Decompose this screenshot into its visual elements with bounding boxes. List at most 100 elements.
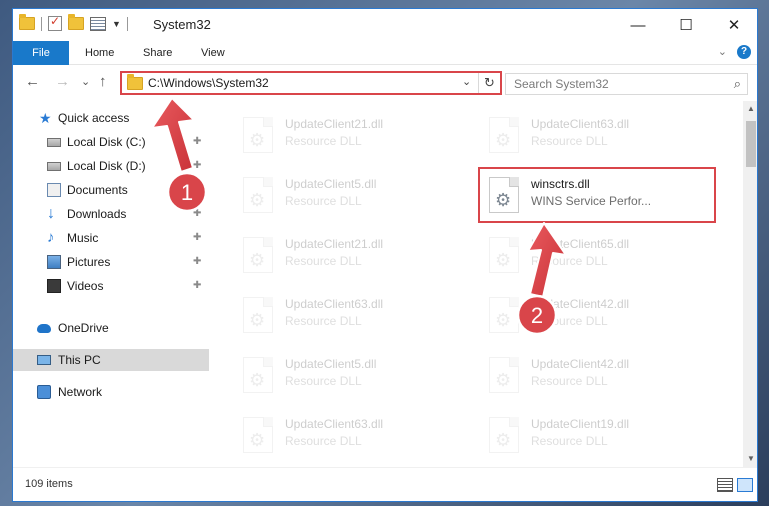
new-folder-icon[interactable] bbox=[68, 14, 84, 30]
vertical-scrollbar[interactable]: ▲ ▼ bbox=[743, 101, 757, 467]
file-type: Resource DLL bbox=[285, 134, 362, 148]
file-name: UpdateClient21.dll bbox=[285, 117, 384, 131]
toolbar-separator bbox=[126, 16, 128, 31]
status-bar: 109 items bbox=[13, 467, 757, 501]
scrollbar-thumb[interactable] bbox=[746, 121, 756, 167]
file-list: ⚙ UpdateClient21.dll Resource DLL ⚙ Upda… bbox=[221, 101, 743, 467]
gear-icon: ⚙ bbox=[249, 130, 266, 150]
sidebar-item-label: Network bbox=[58, 385, 103, 399]
sidebar-item-label: Local Disk (C:) bbox=[67, 135, 146, 149]
search-icon: ⌕ bbox=[733, 76, 741, 91]
toolbar-separator bbox=[41, 16, 42, 31]
file-type: Resource DLL bbox=[285, 374, 362, 388]
tab-home[interactable]: Home bbox=[73, 41, 126, 65]
sidebar-item-label: OneDrive bbox=[58, 321, 109, 335]
tab-view[interactable]: View bbox=[189, 41, 237, 65]
close-button[interactable]: ✕ bbox=[711, 9, 757, 41]
up-button[interactable]: ↑ bbox=[99, 73, 107, 90]
minimize-button[interactable]: — bbox=[615, 9, 661, 41]
sidebar-item-downloads[interactable]: ↓ Downloads ✚ bbox=[13, 203, 209, 225]
onedrive-cloud-icon bbox=[37, 324, 51, 333]
file-item[interactable]: ⚙ UpdateClient63.dll Resource DLL bbox=[233, 291, 473, 341]
properties-icon[interactable] bbox=[48, 14, 62, 31]
folder-icon bbox=[127, 74, 143, 90]
dll-file-icon: ⚙ bbox=[489, 117, 519, 153]
pin-icon: ✚ bbox=[193, 136, 202, 147]
file-item[interactable]: ⚙ UpdateClient21.dll Resource DLL bbox=[233, 111, 473, 161]
large-icons-view-icon[interactable] bbox=[737, 478, 753, 492]
file-item[interactable]: ⚙ UpdateClient5.dll Resource DLL bbox=[233, 351, 473, 401]
pictures-icon bbox=[47, 255, 61, 269]
sidebar-item-pictures[interactable]: Pictures ✚ bbox=[13, 251, 209, 273]
file-name: UpdateClient21.dll bbox=[285, 237, 384, 251]
sidebar-item-network[interactable]: Network bbox=[13, 381, 209, 403]
help-icon[interactable]: ? bbox=[737, 45, 751, 59]
file-item[interactable]: ⚙ UpdateClient5.dll Resource DLL bbox=[233, 171, 473, 221]
scroll-down-arrow-icon[interactable]: ▼ bbox=[743, 451, 757, 467]
tab-share[interactable]: Share bbox=[131, 41, 184, 65]
address-bar[interactable]: C:\Windows\System32 ⌄ ↻ bbox=[120, 71, 502, 95]
file-explorer-window: ▼ System32 — ☐ ✕ File Home Share View ⌄ … bbox=[12, 8, 758, 502]
file-name: UpdateClient42.dll bbox=[531, 297, 630, 311]
ribbon-tabs: File Home Share View ⌄ ? bbox=[13, 41, 757, 65]
sidebar-item-music[interactable]: ♪ Music ✚ bbox=[13, 227, 209, 249]
sidebar-item-documents[interactable]: Documents ✚ bbox=[13, 179, 209, 201]
dll-file-icon: ⚙ bbox=[243, 117, 273, 153]
file-item[interactable]: ⚙ UpdateClient21.dll Resource DLL bbox=[233, 231, 473, 281]
sidebar-item-label: Quick access bbox=[58, 111, 130, 125]
dll-file-icon: ⚙ bbox=[243, 417, 273, 453]
sidebar-item-quick-access[interactable]: ★ Quick access bbox=[13, 107, 209, 129]
file-type: Resource DLL bbox=[285, 254, 362, 268]
file-item[interactable]: ⚙ UpdateClient19.dll Resource DLL bbox=[479, 411, 719, 461]
file-item[interactable]: ⚙ UpdateClient63.dll Resource DLL bbox=[479, 111, 719, 161]
address-path[interactable]: C:\Windows\System32 bbox=[148, 76, 269, 90]
customize-toolbar-chevron-icon[interactable]: ▼ bbox=[112, 19, 121, 29]
sidebar-item-label: Music bbox=[67, 231, 99, 245]
sidebar-item-this-pc[interactable]: This PC bbox=[13, 349, 209, 371]
local-disk-icon bbox=[47, 138, 61, 147]
pin-icon: ✚ bbox=[193, 208, 202, 219]
sidebar-item-local-disk-d[interactable]: Local Disk (D:) ✚ bbox=[13, 155, 209, 177]
expand-ribbon-chevron-icon[interactable]: ⌄ bbox=[718, 45, 727, 59]
item-count: 109 items bbox=[25, 478, 73, 490]
refresh-button[interactable]: ↻ bbox=[478, 73, 500, 93]
gear-icon: ⚙ bbox=[495, 430, 512, 450]
file-name: UpdateClient5.dll bbox=[285, 177, 377, 191]
file-type: Resource DLL bbox=[531, 254, 608, 268]
sidebar-item-onedrive[interactable]: OneDrive bbox=[13, 317, 209, 339]
file-item[interactable]: ⚙ UpdateClient42.dll Resource DLL bbox=[479, 291, 719, 341]
sidebar-item-label: Videos bbox=[67, 279, 104, 293]
search-input[interactable]: Search System32 ⌕ bbox=[505, 73, 748, 95]
quick-access-star-icon: ★ bbox=[39, 110, 52, 126]
forward-button[interactable]: → bbox=[55, 73, 70, 90]
dll-file-icon: ⚙ bbox=[243, 357, 273, 393]
file-name: UpdateClient63.dll bbox=[285, 297, 384, 311]
back-button[interactable]: ← bbox=[25, 73, 40, 90]
details-view-icon[interactable] bbox=[717, 478, 733, 492]
sidebar-item-label: This PC bbox=[58, 353, 101, 367]
tab-file[interactable]: File bbox=[13, 41, 69, 65]
file-type: Resource DLL bbox=[531, 134, 608, 148]
file-item[interactable]: ⚙ UpdateClient65.dll Resource DLL bbox=[479, 231, 719, 281]
file-type: Resource DLL bbox=[285, 434, 362, 448]
file-item[interactable]: ⚙ UpdateClient63.dll Resource DLL bbox=[233, 411, 473, 461]
sidebar-item-videos[interactable]: Videos ✚ bbox=[13, 275, 209, 297]
file-type: Resource DLL bbox=[285, 314, 362, 328]
pin-icon: ✚ bbox=[193, 160, 202, 171]
file-name: UpdateClient19.dll bbox=[531, 417, 630, 431]
gear-icon: ⚙ bbox=[495, 310, 512, 330]
file-item[interactable]: ⚙ UpdateClient42.dll Resource DLL bbox=[479, 351, 719, 401]
scroll-up-arrow-icon[interactable]: ▲ bbox=[743, 101, 757, 117]
sidebar-item-local-disk-c[interactable]: Local Disk (C:) ✚ bbox=[13, 131, 209, 153]
maximize-button[interactable]: ☐ bbox=[663, 9, 709, 41]
quick-access-toolbar: ▼ bbox=[19, 14, 128, 31]
search-placeholder: Search System32 bbox=[514, 77, 609, 91]
view-icon[interactable] bbox=[90, 16, 106, 31]
gear-icon: ⚙ bbox=[249, 190, 266, 210]
file-name: UpdateClient42.dll bbox=[531, 357, 630, 371]
videos-icon bbox=[47, 279, 61, 293]
recent-locations-chevron-icon[interactable]: ⌄ bbox=[81, 75, 90, 88]
dll-file-icon: ⚙ bbox=[489, 357, 519, 393]
pin-icon: ✚ bbox=[193, 232, 202, 243]
address-dropdown-chevron-icon[interactable]: ⌄ bbox=[462, 75, 471, 88]
